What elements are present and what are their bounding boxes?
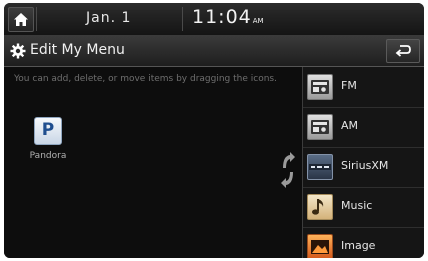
- menu-item-label: SiriusXM: [341, 159, 389, 172]
- pandora-item[interactable]: P Pandora: [24, 117, 72, 161]
- siriusxm-icon: [307, 154, 333, 180]
- menu-item-music[interactable]: Music: [303, 187, 424, 228]
- available-items-panel: You can add, delete, or move items by dr…: [4, 67, 302, 258]
- status-divider: [182, 7, 183, 31]
- music-note-icon: [307, 194, 333, 220]
- date-display: Jan. 1: [86, 10, 132, 26]
- menu-item-label: FM: [341, 79, 357, 92]
- menu-item-siriusxm[interactable]: SiriusXM: [303, 147, 424, 188]
- swap-arrows-icon: [281, 152, 295, 188]
- radio-icon: [307, 114, 333, 140]
- home-icon: [14, 13, 28, 26]
- status-divider: [36, 7, 37, 31]
- my-menu-list: FM AM SiriusXM Music Image: [302, 67, 424, 258]
- page-title: Edit My Menu: [30, 42, 125, 58]
- menu-item-label: AM: [341, 119, 359, 132]
- menu-item-fm[interactable]: FM: [303, 67, 424, 108]
- menu-item-label: Music: [341, 199, 373, 212]
- clock-ampm: AM: [252, 17, 264, 25]
- head-unit-screen: Jan. 1 11:04AM Edit My Menu You can add,…: [4, 3, 424, 258]
- menu-item-image[interactable]: Image: [303, 227, 424, 258]
- home-button[interactable]: [8, 7, 34, 32]
- clock-display: 11:04AM: [192, 6, 264, 28]
- back-icon: [395, 45, 411, 57]
- image-icon: [307, 234, 333, 258]
- pandora-label: Pandora: [29, 151, 67, 161]
- menu-item-am[interactable]: AM: [303, 107, 424, 148]
- pandora-icon: P: [34, 117, 62, 145]
- radio-icon: [307, 74, 333, 100]
- back-button[interactable]: [386, 39, 420, 63]
- instruction-text: You can add, delete, or move items by dr…: [14, 74, 277, 84]
- menu-item-label: Image: [341, 239, 376, 252]
- clock-time: 11:04: [192, 6, 252, 28]
- title-bar: Edit My Menu: [4, 36, 424, 67]
- status-bar: Jan. 1 11:04AM: [4, 3, 424, 36]
- gear-icon: [10, 43, 26, 59]
